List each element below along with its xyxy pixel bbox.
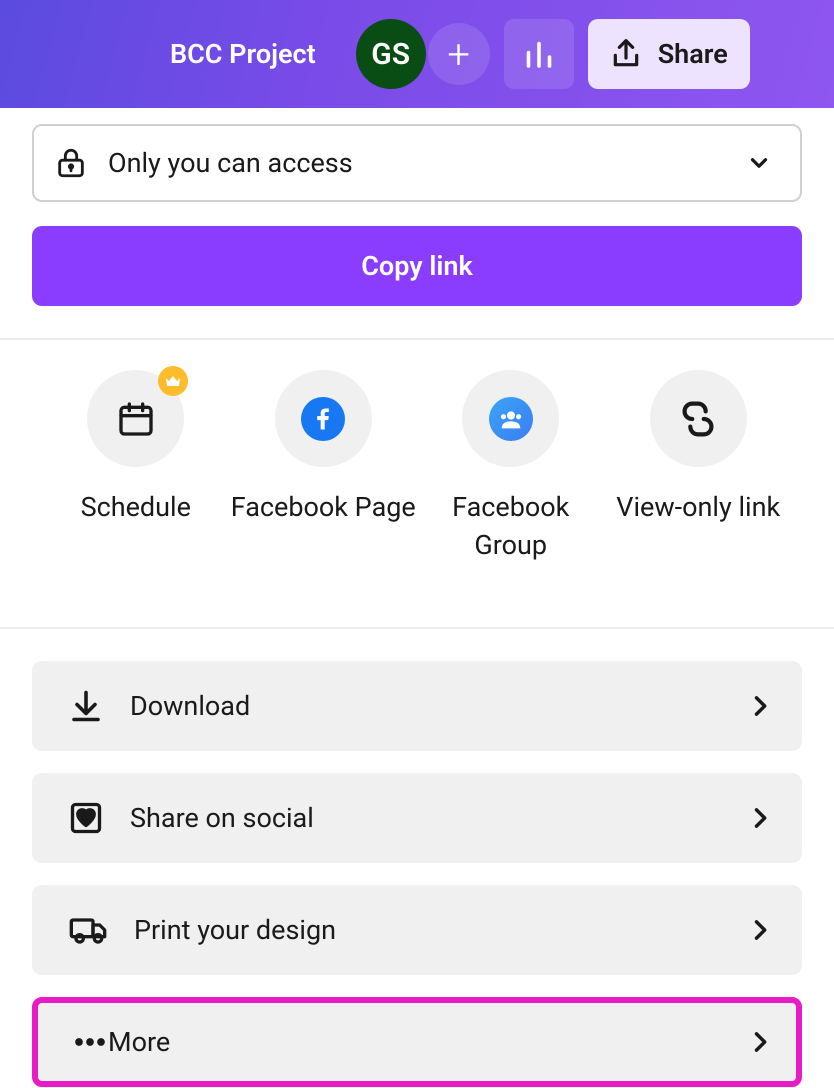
truck-icon bbox=[68, 910, 108, 950]
link-icon bbox=[675, 396, 721, 442]
plus-icon: + bbox=[447, 31, 470, 78]
access-dropdown[interactable]: Only you can access bbox=[32, 124, 802, 202]
chart-icon bbox=[521, 36, 557, 72]
copy-link-button[interactable]: Copy link bbox=[32, 226, 802, 306]
action-label: More bbox=[108, 1026, 746, 1058]
facebook-icon bbox=[301, 397, 345, 441]
chevron-right-icon bbox=[746, 804, 774, 832]
share-option-label: View-only link bbox=[616, 489, 780, 527]
action-print-design[interactable]: Print your design bbox=[32, 885, 802, 975]
avatar[interactable]: GS bbox=[356, 19, 426, 89]
share-option-facebook-page[interactable]: Facebook Page bbox=[230, 370, 418, 565]
share-button[interactable]: Share bbox=[588, 19, 750, 89]
action-share-social[interactable]: Share on social bbox=[32, 773, 802, 863]
calendar-icon bbox=[116, 399, 156, 439]
share-option-label: Facebook Page bbox=[231, 489, 416, 527]
share-option-label: Facebook Group bbox=[417, 489, 605, 565]
share-button-label: Share bbox=[658, 38, 728, 70]
action-list: Download Share on social Print your desi… bbox=[0, 629, 834, 1087]
share-upload-icon bbox=[610, 38, 642, 70]
share-option-view-only-link[interactable]: View-only link bbox=[605, 370, 793, 565]
chevron-right-icon bbox=[746, 916, 774, 944]
share-option-facebook-group[interactable]: Facebook Group bbox=[417, 370, 605, 565]
copy-link-label: Copy link bbox=[361, 250, 472, 282]
premium-crown-badge bbox=[158, 366, 188, 396]
app-header: BCC Project GS + Share bbox=[0, 0, 834, 108]
action-more[interactable]: More bbox=[32, 997, 802, 1087]
chevron-right-icon bbox=[746, 692, 774, 720]
project-title: BCC Project bbox=[170, 38, 316, 70]
action-download[interactable]: Download bbox=[32, 661, 802, 751]
chevron-down-icon bbox=[746, 150, 772, 176]
heart-square-icon bbox=[68, 800, 104, 836]
add-collaborator-button[interactable]: + bbox=[428, 23, 490, 85]
share-option-schedule[interactable]: Schedule bbox=[42, 370, 230, 565]
action-label: Download bbox=[130, 690, 746, 722]
access-text: Only you can access bbox=[108, 147, 746, 179]
share-options-grid: Schedule Facebook Page bbox=[32, 340, 802, 595]
facebook-group-icon bbox=[489, 397, 533, 441]
analytics-button[interactable] bbox=[504, 19, 574, 89]
more-dots-icon bbox=[68, 1020, 112, 1064]
action-label: Print your design bbox=[134, 914, 746, 946]
download-icon bbox=[68, 688, 104, 724]
chevron-right-icon bbox=[746, 1028, 774, 1056]
share-option-label: Schedule bbox=[81, 489, 191, 527]
action-label: Share on social bbox=[130, 802, 746, 834]
lock-icon bbox=[54, 146, 88, 180]
